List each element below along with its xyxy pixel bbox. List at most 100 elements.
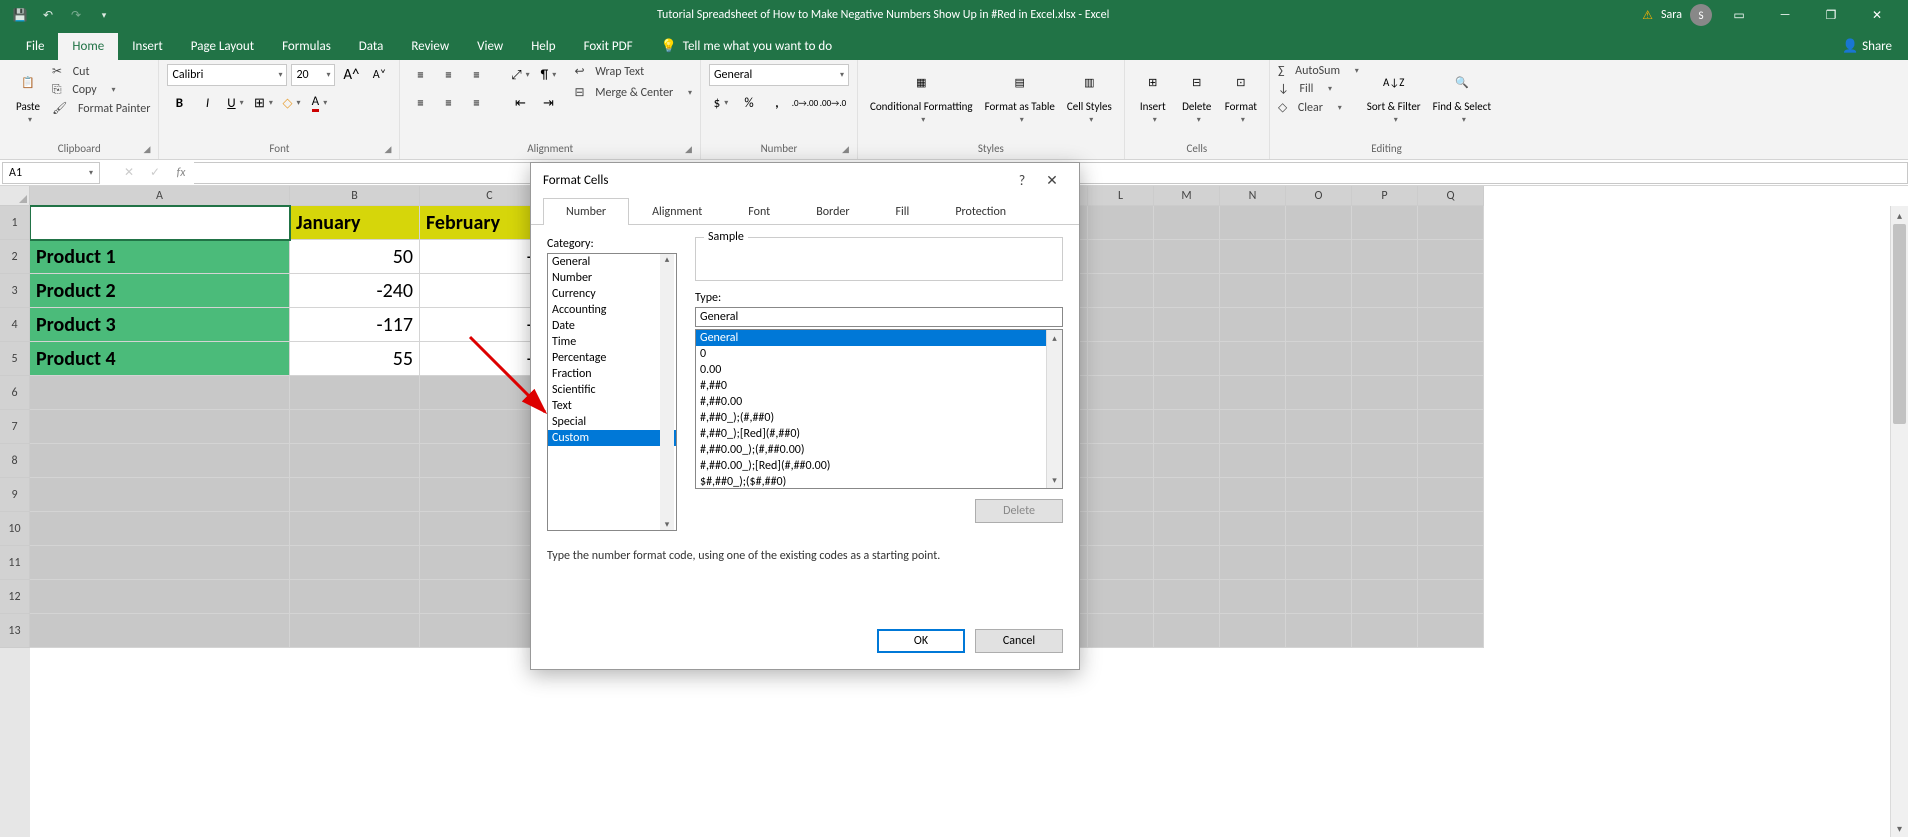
cell[interactable]	[1154, 478, 1220, 512]
close-window-icon[interactable]: ✕	[1858, 1, 1896, 29]
cell[interactable]	[1286, 206, 1352, 240]
cell[interactable]	[30, 614, 290, 648]
cell[interactable]	[1220, 342, 1286, 376]
category-item-general[interactable]: General	[548, 254, 676, 270]
col-header[interactable]: A	[30, 186, 290, 206]
col-header[interactable]: P	[1352, 186, 1418, 206]
cell[interactable]	[1286, 308, 1352, 342]
row-header[interactable]: 7	[0, 410, 30, 444]
cell[interactable]	[1352, 206, 1418, 240]
dialog-tab-fill[interactable]: Fill	[873, 198, 933, 225]
cell[interactable]	[1220, 614, 1286, 648]
tab-view[interactable]: View	[463, 33, 517, 60]
cell[interactable]	[30, 512, 290, 546]
cell[interactable]: Product 1	[30, 240, 290, 274]
save-icon[interactable]: 💾	[8, 3, 32, 27]
cell-a1[interactable]	[30, 206, 290, 240]
cell[interactable]	[1088, 206, 1154, 240]
alignment-launcher-icon[interactable]: ◢	[685, 144, 692, 155]
format-scrollbar[interactable]: ▴ ▾	[1046, 330, 1062, 488]
category-item-time[interactable]: Time	[548, 334, 676, 350]
insert-cells-button[interactable]: ⊞Insert▾	[1133, 64, 1173, 127]
clipboard-launcher-icon[interactable]: ◢	[144, 144, 151, 155]
increase-font-icon[interactable]: A^	[339, 64, 363, 86]
cell[interactable]	[1286, 512, 1352, 546]
cell[interactable]	[1154, 376, 1220, 410]
cell[interactable]: January	[290, 206, 420, 240]
cell[interactable]	[1154, 580, 1220, 614]
col-header[interactable]: N	[1220, 186, 1286, 206]
cell[interactable]: Product 2	[30, 274, 290, 308]
cell[interactable]	[30, 546, 290, 580]
format-item[interactable]: 0	[696, 346, 1062, 362]
increase-decimal-icon[interactable]: .0→.00	[793, 92, 817, 114]
scroll-down-icon[interactable]: ▾	[1047, 472, 1062, 488]
cell[interactable]	[290, 444, 420, 478]
customize-qat-icon[interactable]: ▾	[92, 3, 116, 27]
category-item-accounting[interactable]: Accounting	[548, 302, 676, 318]
cell[interactable]	[1286, 274, 1352, 308]
cell[interactable]	[1220, 410, 1286, 444]
row-header[interactable]: 10	[0, 512, 30, 546]
cell[interactable]	[1286, 240, 1352, 274]
cell[interactable]	[290, 376, 420, 410]
tab-home[interactable]: Home	[58, 33, 118, 60]
cell[interactable]	[1286, 580, 1352, 614]
underline-button[interactable]: U▾	[223, 92, 247, 114]
cell[interactable]	[1088, 376, 1154, 410]
format-item[interactable]: #,##0.00	[696, 394, 1062, 410]
cell[interactable]	[1418, 512, 1484, 546]
cell[interactable]	[1286, 342, 1352, 376]
cell[interactable]: -117	[290, 308, 420, 342]
comma-format-icon[interactable]: ,	[765, 92, 789, 114]
category-item-date[interactable]: Date	[548, 318, 676, 334]
cancel-formula-icon[interactable]: ✕	[116, 165, 142, 180]
category-listbox[interactable]: General Number Currency Accounting Date …	[547, 253, 677, 531]
percent-format-icon[interactable]: %	[737, 92, 761, 114]
cut-button[interactable]: ✂ Cut	[52, 64, 150, 79]
cell[interactable]	[1088, 342, 1154, 376]
accounting-format-icon[interactable]: $▾	[709, 92, 733, 114]
scroll-up-icon[interactable]: ▴	[1891, 206, 1908, 224]
enter-formula-icon[interactable]: ✓	[142, 165, 168, 180]
cell[interactable]	[1088, 308, 1154, 342]
autosum-button[interactable]: ∑ AutoSum ▾	[1278, 64, 1359, 78]
col-header[interactable]: O	[1286, 186, 1352, 206]
cell[interactable]	[1286, 444, 1352, 478]
orientation-icon[interactable]: ⤢▾	[508, 64, 532, 86]
cell[interactable]	[1154, 546, 1220, 580]
format-item[interactable]: 0.00	[696, 362, 1062, 378]
category-item-currency[interactable]: Currency	[548, 286, 676, 302]
cell[interactable]	[1154, 512, 1220, 546]
cell[interactable]: 55	[290, 342, 420, 376]
cell[interactable]	[1154, 206, 1220, 240]
cell[interactable]	[1220, 580, 1286, 614]
clear-button[interactable]: ◇ Clear ▾	[1278, 100, 1359, 115]
cell[interactable]	[1220, 308, 1286, 342]
cell[interactable]	[1352, 580, 1418, 614]
row-header[interactable]: 12	[0, 580, 30, 614]
ribbon-options-icon[interactable]: ▭	[1720, 1, 1758, 29]
tab-insert[interactable]: Insert	[118, 33, 177, 60]
cell[interactable]: -240	[290, 274, 420, 308]
format-item[interactable]: #,##0.00_);(#,##0.00)	[696, 442, 1062, 458]
select-all-corner[interactable]	[0, 186, 30, 206]
col-header[interactable]: M	[1154, 186, 1220, 206]
cell[interactable]	[1352, 342, 1418, 376]
row-header[interactable]: 1	[0, 206, 30, 240]
scroll-up-icon[interactable]: ▴	[1047, 330, 1062, 346]
decrease-indent-icon[interactable]: ⇤	[508, 92, 532, 114]
cell[interactable]	[1220, 376, 1286, 410]
format-as-table-button[interactable]: ▤Format as Table▾	[981, 64, 1059, 127]
wrap-text-button[interactable]: ↩ Wrap Text	[574, 64, 692, 79]
vertical-scrollbar[interactable]: ▴ ▾	[1890, 206, 1908, 837]
cell[interactable]	[30, 444, 290, 478]
cell[interactable]	[1154, 240, 1220, 274]
align-right-icon[interactable]: ≡	[464, 92, 488, 114]
maximize-icon[interactable]: ❐	[1812, 1, 1850, 29]
scroll-down-icon[interactable]: ▾	[1891, 819, 1908, 837]
cell[interactable]	[1286, 478, 1352, 512]
cell[interactable]	[1352, 308, 1418, 342]
decrease-font-icon[interactable]: A˅	[367, 64, 391, 86]
cell[interactable]	[1286, 614, 1352, 648]
